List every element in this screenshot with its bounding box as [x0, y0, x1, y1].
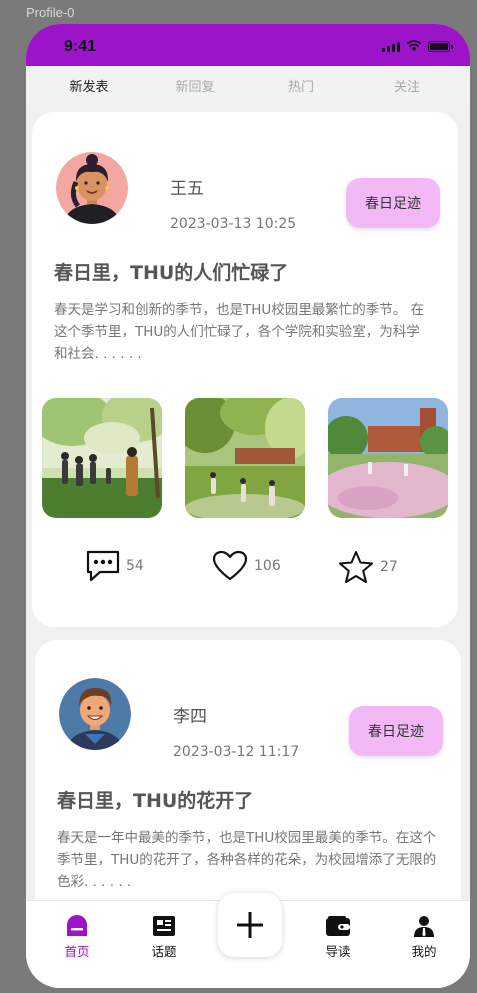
frame-label: Profile-0 — [26, 5, 75, 20]
comment-count: 54 — [126, 558, 144, 574]
status-time: 9:41 — [64, 38, 97, 55]
feed-tabs: 新发表 新回复 热门 关注 — [26, 66, 470, 104]
post-image-park[interactable] — [185, 398, 305, 518]
author-name[interactable]: 李四 — [173, 702, 207, 727]
create-post-button[interactable] — [218, 893, 282, 957]
battery-icon — [428, 41, 453, 52]
nav-guide-label: 导读 — [325, 944, 351, 959]
author-name[interactable]: 王五 — [170, 174, 204, 199]
tab-new-replies[interactable]: 新回复 — [150, 76, 240, 95]
wifi-icon — [406, 40, 422, 51]
bottom-nav: 首页 话题 导读 我的 — [26, 893, 470, 988]
topic-chip[interactable]: 春日足迹 — [346, 178, 440, 228]
topic-chip[interactable]: 春日足迹 — [349, 706, 443, 756]
nav-guide[interactable]: 导读 — [308, 915, 368, 960]
nav-topics-label: 话题 — [151, 944, 177, 959]
nav-home-label: 首页 — [64, 944, 90, 959]
star-button[interactable]: 27 — [338, 550, 398, 584]
tab-following[interactable]: 关注 — [362, 76, 452, 95]
nav-mine-label: 我的 — [411, 944, 437, 959]
nav-topics[interactable]: 话题 — [134, 915, 194, 960]
tab-new-posts[interactable]: 新发表 — [44, 76, 134, 95]
phone-screen: 9:41 新发表 新回复 热门 关注 王五 2023-03-13 10:25 春… — [26, 24, 470, 988]
home-icon — [67, 915, 87, 936]
post-image-campus-flowers[interactable] — [328, 398, 448, 518]
nav-mine[interactable]: 我的 — [394, 915, 454, 960]
heart-icon — [212, 550, 248, 581]
wallet-icon — [326, 916, 350, 936]
comment-button[interactable]: 54 — [86, 550, 144, 582]
post-title[interactable]: 春日里，THU的花开了 — [57, 786, 253, 813]
status-icons — [382, 40, 453, 52]
tab-hot[interactable]: 热门 — [256, 76, 346, 95]
post-image-cherry-blossom[interactable] — [42, 398, 162, 518]
avatar[interactable] — [56, 152, 128, 224]
comment-icon — [86, 550, 120, 582]
status-bar: 9:41 — [26, 24, 470, 66]
plus-icon — [237, 912, 263, 938]
post-body: 春天是学习和创新的季节，也是THU校园里最繁忙的季节。 在这个季节里，THU的人… — [54, 302, 425, 362]
topic-icon — [153, 916, 175, 936]
post-body: 春天是一年中最美的季节，也是THU校园里最美的季节。在这个季节里，THU的花开了… — [57, 830, 437, 890]
person-icon — [414, 916, 434, 937]
star-icon — [339, 551, 373, 583]
avatar[interactable] — [59, 678, 131, 750]
post-time: 2023-03-12 11:17 — [173, 744, 300, 760]
post-title[interactable]: 春日里，THU的人们忙碌了 — [54, 258, 288, 285]
post-time: 2023-03-13 10:25 — [170, 216, 297, 232]
like-button[interactable]: 106 — [212, 550, 281, 582]
nav-home[interactable]: 首页 — [47, 915, 107, 960]
star-count: 27 — [380, 559, 398, 575]
signal-icon — [382, 41, 400, 52]
post-card[interactable]: 王五 2023-03-13 10:25 春日足迹 春日里，THU的人们忙碌了 春… — [32, 112, 458, 627]
like-count: 106 — [254, 558, 281, 574]
